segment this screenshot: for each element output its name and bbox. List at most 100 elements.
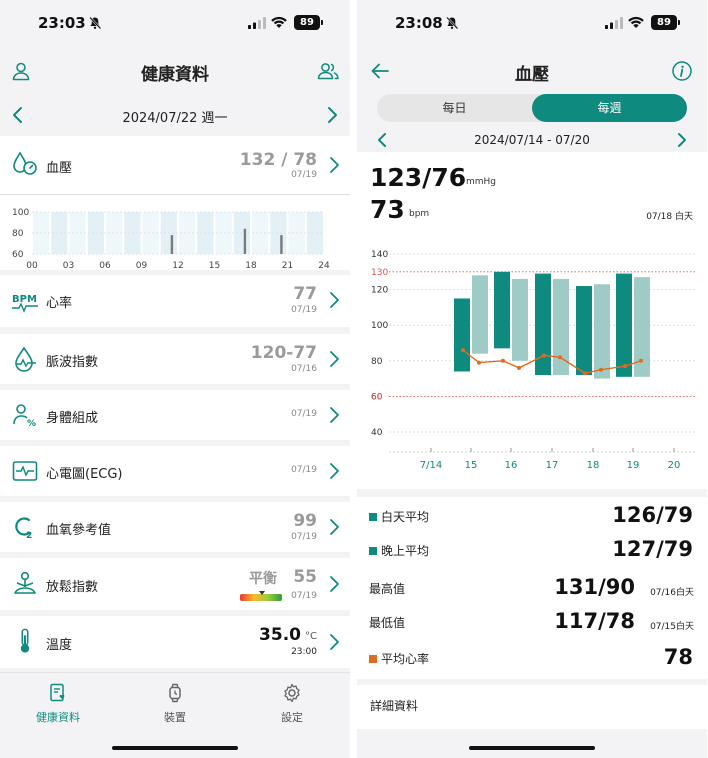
chevron-right-icon bbox=[330, 576, 339, 592]
row-date: 07/19 bbox=[291, 591, 317, 601]
date-navigator: 2024/07/22 週一 bbox=[0, 96, 350, 136]
bar-day bbox=[535, 273, 551, 376]
stat-night-average: 晚上平均 127/79 bbox=[357, 533, 707, 567]
tab-device[interactable]: 裝置 bbox=[130, 683, 220, 725]
gear-icon bbox=[284, 683, 300, 703]
relaxation-level-text: 平衡 bbox=[249, 571, 277, 587]
bp-unit: mmHg bbox=[466, 177, 497, 187]
stat-value: 131/90 bbox=[554, 575, 635, 599]
heart-rate-point bbox=[583, 371, 587, 376]
segment-daily[interactable]: 每日 bbox=[377, 94, 532, 122]
date-navigator: 2024/07/14 - 07/20 bbox=[357, 130, 707, 152]
chevron-right-icon bbox=[330, 157, 339, 173]
row-ecg[interactable]: 心電圖(ECG) 07/19 bbox=[0, 446, 350, 496]
status-bar: 23:03 89 bbox=[0, 0, 350, 46]
chevron-right-icon[interactable] bbox=[675, 132, 689, 148]
period-segmented-control: 每日 每週 bbox=[377, 94, 687, 122]
stat-value: 127/79 bbox=[612, 537, 693, 561]
stat-value: 117/78 bbox=[554, 609, 635, 633]
segment-weekly[interactable]: 每週 bbox=[532, 94, 687, 122]
status-time: 23:03 bbox=[38, 14, 86, 32]
stat-label-wrap: 白天平均 bbox=[369, 508, 429, 525]
bp-bar bbox=[280, 235, 283, 254]
chevron-right-icon bbox=[330, 634, 339, 650]
blood-pressure-label: 血壓 bbox=[46, 161, 73, 176]
row-date: 07/19 bbox=[291, 532, 317, 542]
relaxation-gauge-bar bbox=[240, 594, 282, 601]
y-tick-label: 120 bbox=[371, 286, 388, 296]
bar-night bbox=[594, 284, 610, 379]
x-tick-label: 09 bbox=[136, 261, 148, 270]
stat-sub: 07/15白天 bbox=[650, 622, 694, 632]
weekly-bp-chart: 140120100806040130607/14 15 16 17 18 19 20 bbox=[371, 250, 697, 471]
row-heart-rate[interactable]: BPM 心率 77 07/19 bbox=[0, 275, 350, 327]
row-label: 心率 bbox=[46, 296, 73, 311]
ecg-icon bbox=[12, 461, 38, 481]
heart-rate-point bbox=[517, 365, 521, 370]
reading-time: 07/18 白天 bbox=[646, 212, 693, 222]
bar-day bbox=[576, 286, 592, 376]
row-date: 07/19 bbox=[291, 409, 317, 419]
x-tick-label: 24 bbox=[318, 261, 330, 270]
tab-health-data[interactable]: 健康資料 bbox=[13, 683, 103, 725]
heart-rate-unit: bpm bbox=[409, 209, 430, 219]
body-composition-icon: % bbox=[13, 404, 36, 428]
stat-sub: 07/16白天 bbox=[650, 588, 694, 598]
chevron-right-icon bbox=[330, 351, 339, 367]
bp-bar bbox=[243, 228, 247, 254]
row-label: 心電圖(ECG) bbox=[46, 467, 123, 482]
stat-max: 最高值 131/90 07/16白天 bbox=[357, 571, 707, 605]
heart-rate-point bbox=[477, 360, 481, 365]
svg-text:%: % bbox=[27, 419, 36, 428]
signal-icon bbox=[605, 17, 623, 29]
y-tick-label: 40 bbox=[371, 428, 383, 438]
current-date: 2024/07/22 週一 bbox=[122, 111, 228, 126]
row-body-composition[interactable]: % 身體組成 07/19 bbox=[0, 390, 350, 440]
blood-pressure-card[interactable]: 血壓 132 / 78 07/19 100 80 60 00 03 06 09 12 15 18 2… bbox=[0, 136, 350, 270]
stat-label: 晚上平均 bbox=[381, 544, 430, 558]
threshold-label: 60 bbox=[371, 392, 383, 402]
chevron-right-icon bbox=[330, 463, 339, 479]
bar-day bbox=[454, 298, 470, 372]
blood-pressure-mini-chart: 100 80 6000 03 06 09 12 15 18 21 24 bbox=[12, 208, 330, 270]
row-relaxation-index[interactable]: 放鬆指數 平衡 55 07/19 bbox=[0, 558, 350, 610]
x-tick-label: 16 bbox=[505, 460, 518, 471]
details-label: 詳細資料 bbox=[370, 699, 419, 713]
heart-rate-line bbox=[462, 349, 642, 375]
x-tick-label: 18 bbox=[245, 261, 257, 270]
row-date: 07/19 bbox=[291, 465, 317, 475]
y-tick-label: 140 bbox=[371, 250, 388, 260]
screen: 23:03 89 健康資料 2024/07/22 週一 血壓 132 / 78 … bbox=[0, 0, 708, 758]
row-value: 120-77 bbox=[250, 343, 317, 363]
signal-icon bbox=[248, 17, 266, 29]
row-date: 07/16 bbox=[291, 364, 317, 374]
tab-label: 設定 bbox=[281, 711, 303, 724]
bar-night bbox=[553, 278, 569, 376]
nav-bar: 血壓 bbox=[357, 46, 707, 96]
heart-rate-point bbox=[623, 364, 627, 369]
home-indicator bbox=[469, 746, 595, 750]
health-data-screen: 23:03 89 健康資料 2024/07/22 週一 血壓 132 / 78 … bbox=[0, 0, 350, 758]
blood-pressure-date: 07/19 bbox=[291, 170, 317, 180]
chevron-right-icon[interactable] bbox=[324, 106, 340, 124]
row-temperature[interactable]: 溫度 35.0 °C 23:00 bbox=[0, 616, 350, 668]
tab-bar: 健康資料 裝置 設定 bbox=[0, 672, 350, 758]
x-tick-label: 18 bbox=[587, 460, 600, 471]
row-pulse-wave-index[interactable]: 脈波指數 120-77 07/16 bbox=[0, 334, 350, 384]
users-icon[interactable] bbox=[316, 60, 340, 82]
y-tick-label: 80 bbox=[371, 357, 383, 367]
wifi-icon bbox=[271, 16, 287, 28]
details-row[interactable]: 詳細資料 bbox=[357, 685, 707, 729]
battery-indicator: 89 bbox=[294, 15, 323, 30]
chevron-right-icon bbox=[330, 407, 339, 423]
stat-label: 白天平均 bbox=[381, 510, 430, 524]
threshold-label: 130 bbox=[371, 268, 388, 278]
y-tick-label: 60 bbox=[12, 250, 24, 260]
info-icon[interactable] bbox=[671, 60, 693, 82]
row-blood-oxygen[interactable]: 2 血氧參考值 99 07/19 bbox=[0, 502, 350, 552]
tab-settings[interactable]: 設定 bbox=[247, 683, 337, 725]
pulse-drop-icon bbox=[15, 346, 36, 372]
date-range: 2024/07/14 - 07/20 bbox=[474, 133, 590, 147]
row-label: 脈波指數 bbox=[46, 355, 99, 370]
stat-label: 最低值 bbox=[369, 616, 406, 630]
